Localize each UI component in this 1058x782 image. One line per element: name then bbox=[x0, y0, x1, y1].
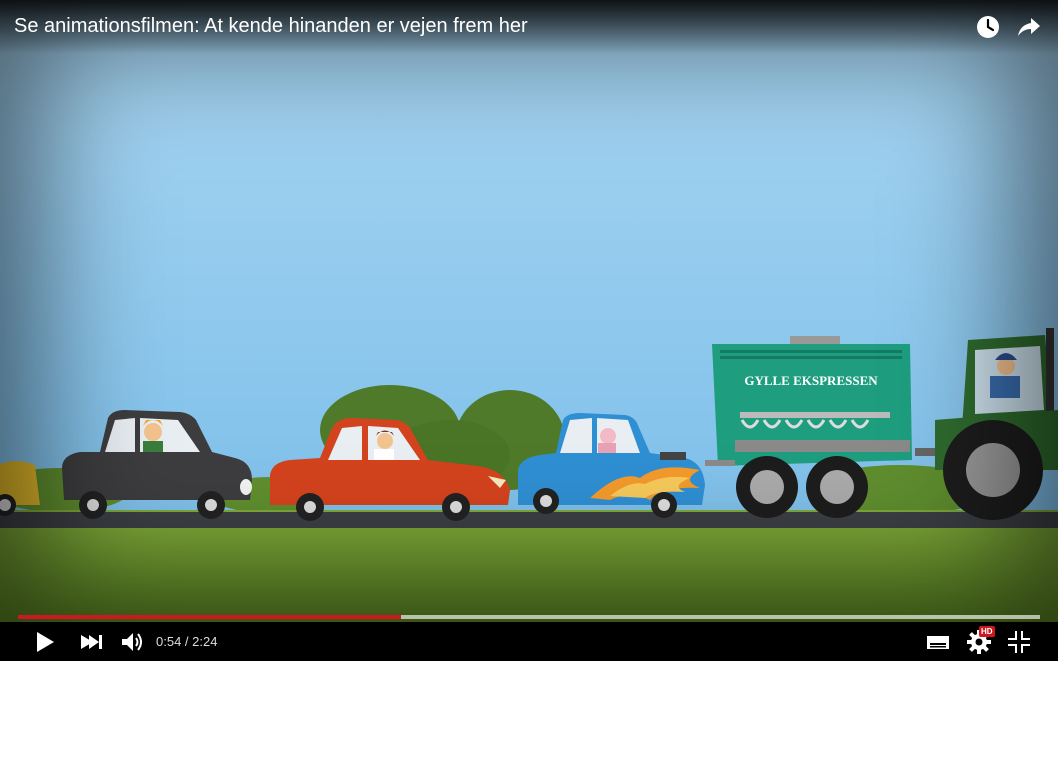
share-icon[interactable] bbox=[1016, 14, 1042, 40]
video-frame[interactable]: GYLLE EKSPRESSEN bbox=[0, 0, 1058, 628]
subtitles-button[interactable] bbox=[925, 629, 951, 655]
next-icon bbox=[81, 635, 102, 649]
progress-bar[interactable] bbox=[18, 615, 1040, 619]
title-bar: Se animationsfilmen: At kende hinanden e… bbox=[0, 0, 1058, 54]
hd-badge: HD bbox=[979, 626, 995, 637]
play-button[interactable] bbox=[32, 629, 58, 655]
volume-icon bbox=[122, 633, 142, 651]
play-icon bbox=[37, 632, 54, 652]
video-title[interactable]: Se animationsfilmen: At kende hinanden e… bbox=[14, 15, 528, 38]
tank-label: GYLLE EKSPRESSEN bbox=[744, 373, 878, 388]
road bbox=[0, 512, 1058, 528]
time-display: 0:54 / 2:24 bbox=[156, 634, 218, 649]
watch-later-icon[interactable] bbox=[975, 14, 1001, 40]
exit-fullscreen-button[interactable] bbox=[1006, 629, 1032, 655]
subtitles-icon bbox=[927, 636, 949, 649]
video-scene: GYLLE EKSPRESSEN bbox=[0, 0, 1058, 628]
volume-button[interactable] bbox=[119, 629, 145, 655]
video-player[interactable]: GYLLE EKSPRESSEN Se animationsfilmen: At… bbox=[0, 0, 1058, 661]
exit-fullscreen-icon bbox=[1008, 631, 1030, 653]
next-button[interactable] bbox=[78, 629, 104, 655]
player-controls: 0:54 / 2:24 bbox=[0, 622, 1058, 661]
progress-played bbox=[18, 615, 402, 619]
